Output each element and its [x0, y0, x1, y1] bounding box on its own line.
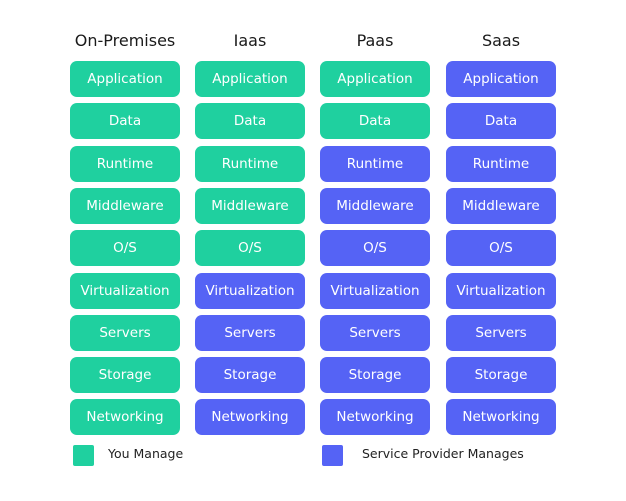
- layer-cell-provider-managed: O/S: [446, 230, 556, 266]
- layer-cell-provider-managed: Networking: [446, 399, 556, 435]
- column-title: Iaas: [233, 31, 267, 50]
- layer-cell-provider-managed: Middleware: [446, 188, 556, 224]
- layer-cell-provider-managed: Virtualization: [446, 273, 556, 309]
- layer-cell-provider-managed: Servers: [195, 315, 305, 351]
- legend-label-you-manage: You Manage: [108, 446, 184, 461]
- legend-label-provider-manages: Service Provider Manages: [362, 446, 524, 461]
- layer-cell-provider-managed: Application: [446, 61, 556, 97]
- column-title: Paas: [356, 31, 394, 50]
- layer-cell-user-managed: Servers: [70, 315, 180, 351]
- layer-cell-user-managed: Application: [195, 61, 305, 97]
- layer-cell-user-managed: Networking: [70, 399, 180, 435]
- layer-cell-provider-managed: Networking: [320, 399, 430, 435]
- layer-cell-provider-managed: Runtime: [446, 146, 556, 182]
- layer-cell-user-managed: Middleware: [70, 188, 180, 224]
- layer-cell-provider-managed: Middleware: [320, 188, 430, 224]
- layer-cell-user-managed: Virtualization: [70, 273, 180, 309]
- layer-cell-provider-managed: Networking: [195, 399, 305, 435]
- layer-cell-user-managed: Runtime: [195, 146, 305, 182]
- layer-cell-user-managed: Middleware: [195, 188, 305, 224]
- layer-cell-user-managed: O/S: [70, 230, 180, 266]
- layer-cell-user-managed: Data: [70, 103, 180, 139]
- layer-cell-provider-managed: Servers: [446, 315, 556, 351]
- layer-cell-provider-managed: Runtime: [320, 146, 430, 182]
- legend-swatch-provider-manages: [322, 445, 343, 466]
- layer-cell-user-managed: Runtime: [70, 146, 180, 182]
- layer-cell-provider-managed: Virtualization: [320, 273, 430, 309]
- layer-cell-provider-managed: Virtualization: [195, 273, 305, 309]
- layer-cell-user-managed: Application: [70, 61, 180, 97]
- legend-swatch-you-manage: [73, 445, 94, 466]
- layer-cell-user-managed: Data: [320, 103, 430, 139]
- layer-cell-user-managed: Data: [195, 103, 305, 139]
- layer-cell-provider-managed: Data: [446, 103, 556, 139]
- layer-cell-user-managed: Storage: [70, 357, 180, 393]
- column-title: Saas: [481, 31, 521, 50]
- layer-cell-user-managed: O/S: [195, 230, 305, 266]
- layer-cell-provider-managed: O/S: [320, 230, 430, 266]
- layer-cell-provider-managed: Storage: [195, 357, 305, 393]
- layer-cell-provider-managed: Storage: [446, 357, 556, 393]
- layer-cell-provider-managed: Storage: [320, 357, 430, 393]
- column-title: On-Premises: [74, 31, 176, 50]
- layer-cell-provider-managed: Servers: [320, 315, 430, 351]
- layer-cell-user-managed: Application: [320, 61, 430, 97]
